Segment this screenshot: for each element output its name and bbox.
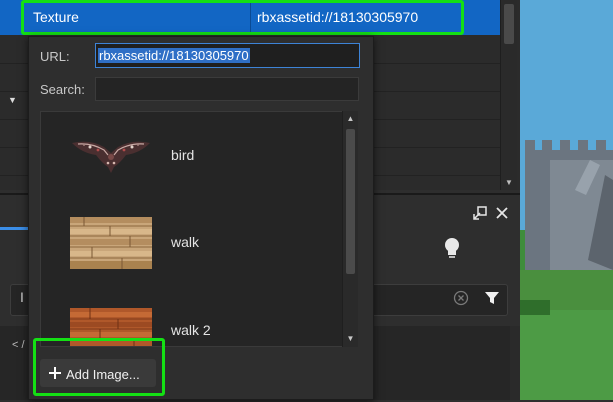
image-list-scrollbar[interactable]: ▲ ▼ xyxy=(342,111,358,347)
highlight-box xyxy=(21,0,464,35)
close-icon[interactable] xyxy=(494,205,510,221)
game-viewport[interactable] xyxy=(520,0,613,400)
active-tab-indicator xyxy=(0,227,28,230)
filter-bar-label: I xyxy=(20,289,24,305)
list-item-label[interactable]: walk xyxy=(171,234,199,250)
output-scrollbar[interactable] xyxy=(510,326,520,400)
undock-icon[interactable] xyxy=(472,205,488,221)
highlight-box xyxy=(33,338,165,396)
lightbulb-icon[interactable] xyxy=(442,236,462,260)
scroll-down-icon[interactable]: ▼ xyxy=(504,178,514,188)
expand-caret-icon[interactable]: ▼ xyxy=(8,95,22,105)
wood-texture-thumbnail-image[interactable] xyxy=(70,217,152,269)
clear-circle-icon[interactable] xyxy=(452,289,470,307)
search-label: Search: xyxy=(40,82,85,97)
bird-thumbnail-image[interactable] xyxy=(70,133,152,177)
scrollbar-thumb[interactable] xyxy=(346,129,355,274)
scrollbar-thumb[interactable] xyxy=(504,4,514,44)
scroll-up-icon[interactable]: ▲ xyxy=(345,113,356,125)
url-input-value[interactable]: rbxassetid://18130305970 xyxy=(98,48,250,63)
list-item-label[interactable]: walk 2 xyxy=(171,322,211,338)
output-text: < / xyxy=(12,339,25,351)
castle-scene-image xyxy=(520,0,613,400)
url-label: URL: xyxy=(40,49,70,64)
list-item-label[interactable]: bird xyxy=(171,147,194,163)
filter-icon[interactable] xyxy=(484,290,500,306)
properties-scrollbar[interactable]: ▼ xyxy=(500,0,517,190)
scroll-down-icon[interactable]: ▼ xyxy=(345,333,356,345)
search-input[interactable] xyxy=(95,77,359,101)
